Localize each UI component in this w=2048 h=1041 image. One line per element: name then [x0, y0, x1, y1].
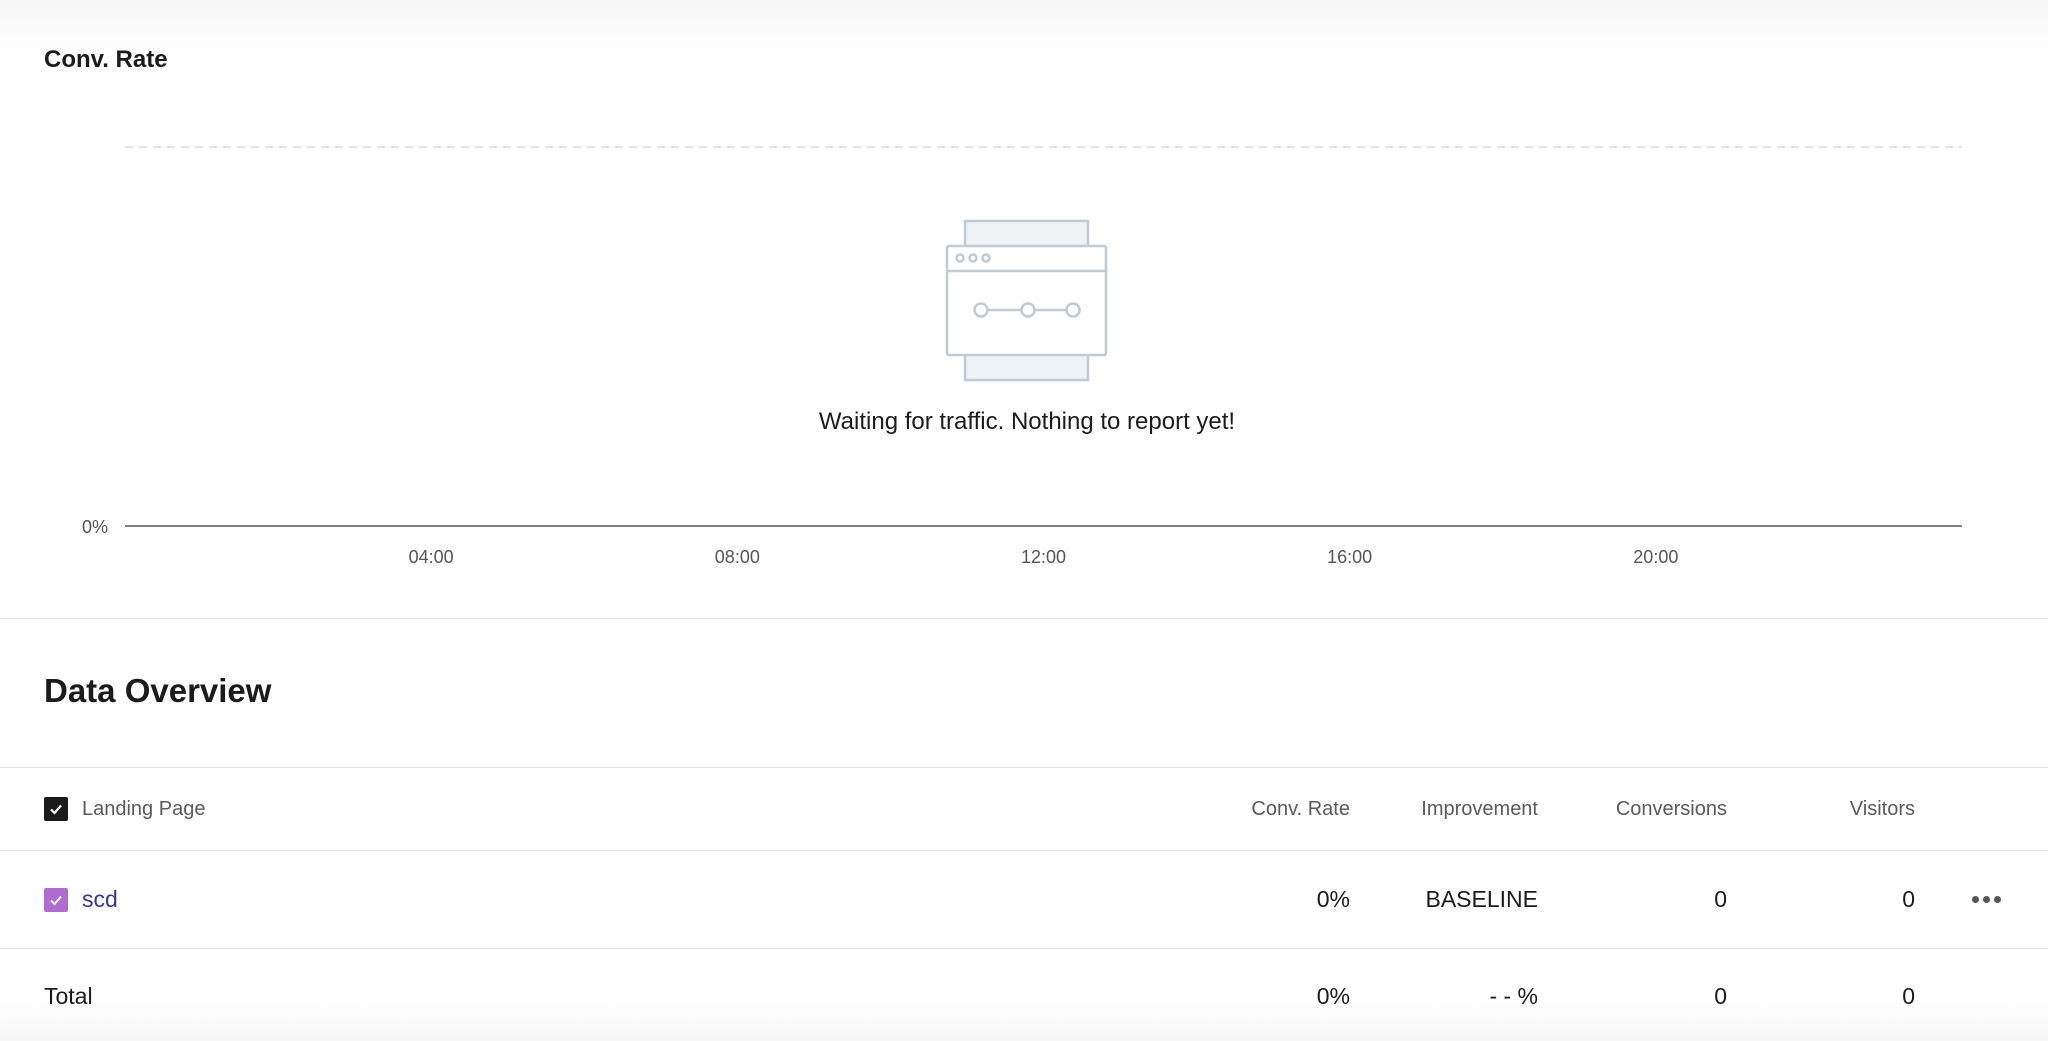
conv-rate-chart: 0% 04:00 08:00 12:00 16:00 20:00 — [82, 146, 1962, 567]
total-label: Total — [44, 983, 93, 1009]
header-conv-rate[interactable]: Conv. Rate — [1150, 768, 1350, 850]
check-icon — [50, 804, 62, 815]
select-all-checkbox[interactable] — [44, 797, 68, 821]
empty-state-message: Waiting for traffic. Nothing to report y… — [818, 408, 1236, 435]
total-improvement: - - % — [1489, 983, 1538, 1009]
data-overview-title: Data Overview — [44, 672, 272, 709]
browser-timeline-illustration-icon — [945, 219, 1108, 382]
header-visitors[interactable]: Visitors — [1715, 768, 1915, 850]
check-icon — [50, 895, 62, 905]
total-visitors: 0 — [1902, 983, 1915, 1009]
header-landing-page[interactable]: Landing Page — [82, 798, 205, 821]
total-conversions: 0 — [1714, 983, 1727, 1009]
landing-page-link[interactable]: scd — [82, 886, 118, 913]
row-conv-rate: 0% — [1316, 886, 1350, 912]
header-improvement[interactable]: Improvement — [1338, 768, 1538, 850]
section-divider — [0, 618, 2048, 619]
more-options-icon[interactable] — [1972, 851, 2001, 948]
x-tick-label: 16:00 — [1327, 547, 1372, 567]
table-total-row: Total 0% - - % 0 0 — [0, 949, 2048, 1041]
x-tick-label: 08:00 — [715, 547, 760, 567]
table-header-row: Landing Page Conv. Rate Improvement Conv… — [0, 768, 2048, 850]
dot — [1994, 896, 2001, 903]
table-row: scd 0% BASELINE 0 0 — [0, 851, 2048, 948]
row-checkbox[interactable] — [44, 887, 68, 912]
y-tick-label: 0% — [82, 517, 108, 537]
x-tick-labels: 04:00 08:00 12:00 16:00 20:00 — [409, 547, 1679, 567]
dot — [1972, 896, 1979, 903]
x-tick-label: 20:00 — [1633, 547, 1678, 567]
row-conversions: 0 — [1714, 886, 1727, 912]
chart-title: Conv. Rate — [44, 46, 168, 73]
x-tick-label: 12:00 — [1021, 547, 1066, 567]
x-tick-label: 04:00 — [409, 547, 454, 567]
dot — [1983, 896, 1990, 903]
header-name-cell: Landing Page — [44, 768, 205, 850]
total-conv-rate: 0% — [1316, 983, 1350, 1009]
row-name-cell: scd — [44, 851, 118, 948]
row-visitors: 0 — [1902, 886, 1915, 912]
row-improvement: BASELINE — [1425, 886, 1539, 912]
header-conversions[interactable]: Conversions — [1527, 768, 1727, 850]
